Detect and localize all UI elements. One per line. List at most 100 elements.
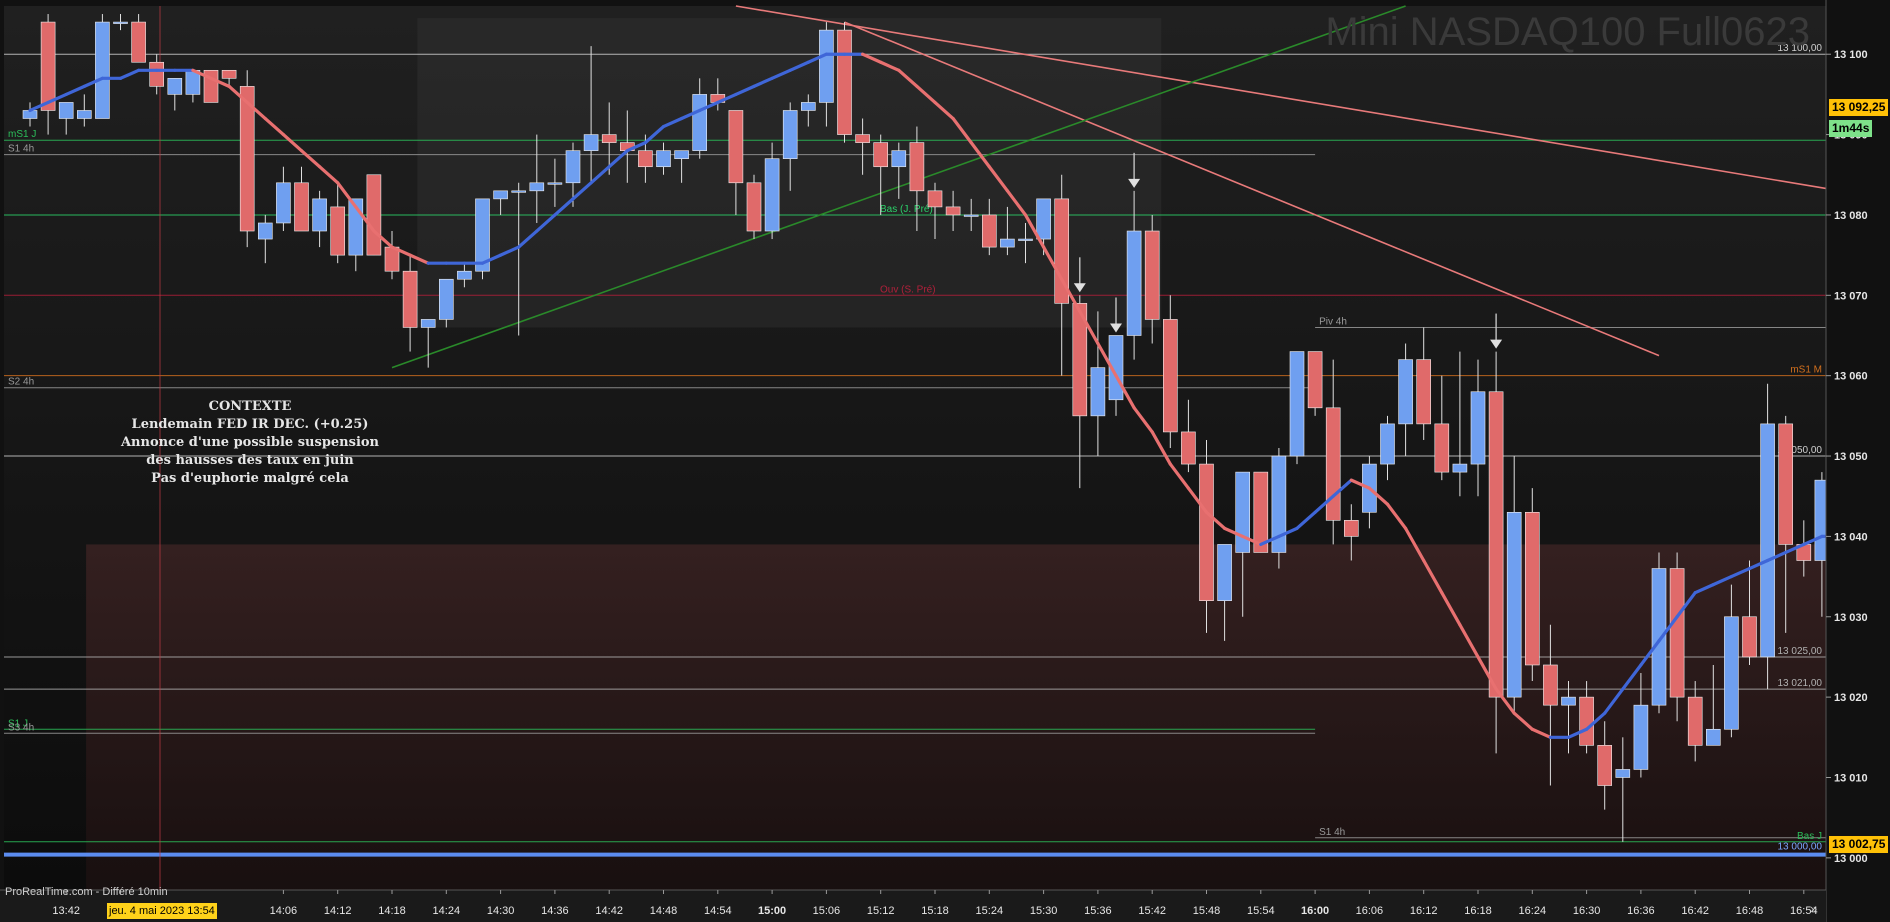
candle-body: [149, 61, 164, 87]
candle-body: [1018, 238, 1033, 241]
candle-body: [1163, 319, 1178, 433]
candle-body: [1000, 238, 1015, 248]
candle-body: [1615, 769, 1631, 778]
candle-body: [1506, 511, 1522, 698]
candle-body: [221, 69, 237, 79]
time-tick-label: 16:30: [1573, 905, 1601, 917]
price-tick-label: 13 030: [1834, 612, 1868, 624]
candle-body: [294, 182, 309, 232]
context-line: des hausses des taux en juin: [146, 453, 354, 468]
candle-body: [1597, 745, 1612, 786]
candle-body: [312, 198, 327, 232]
candle-body: [1778, 423, 1793, 545]
candle-body: [638, 150, 653, 168]
candle-body: [1344, 520, 1359, 537]
candle-body: [800, 102, 816, 111]
time-tick-label: 16:12: [1410, 905, 1438, 917]
candle: [1525, 488, 1540, 682]
candle-body: [1325, 407, 1341, 521]
candle-body: [366, 174, 382, 256]
context-line: Lendemain FED IR DEC. (+0.25): [131, 417, 369, 432]
candle-body: [529, 182, 545, 192]
low-price-tag: 13 002,75: [1829, 836, 1889, 853]
candle-body: [837, 29, 852, 135]
candle-body: [1217, 544, 1232, 601]
time-tick-label: 16:06: [1356, 905, 1384, 917]
level-label: Bas J: [1797, 831, 1822, 842]
context-line: Annonce d'une possible suspension: [120, 435, 380, 450]
price-tick-label: 13 020: [1834, 692, 1868, 704]
candle-body: [1199, 463, 1214, 601]
candle-body: [692, 94, 708, 151]
time-tick-label: 16:00: [1301, 905, 1329, 917]
candle-body: [565, 150, 581, 184]
cursor-date-tag: jeu. 4 mai 2023 13:54: [107, 903, 217, 919]
time-tick-label: 15:54: [1247, 905, 1275, 917]
candle: [366, 174, 382, 256]
candle: [746, 174, 762, 240]
candle: [1289, 351, 1305, 465]
candle-body: [1525, 511, 1540, 666]
candle-body: [1380, 423, 1395, 465]
candle-body: [601, 134, 617, 143]
candle-body: [909, 142, 925, 192]
candle-body: [40, 21, 56, 111]
candle-body: [782, 110, 798, 159]
candle-body: [131, 21, 146, 63]
candle-body: [963, 214, 979, 217]
candle-body: [402, 270, 418, 328]
candle-body: [58, 102, 74, 119]
time-tick-label: 14:48: [650, 905, 678, 917]
candle-body: [1416, 359, 1431, 425]
price-tick-label: 13 100: [1834, 49, 1868, 61]
level-label: mS1 M: [1790, 365, 1822, 376]
candle-body: [1036, 198, 1051, 240]
candle-body: [855, 134, 870, 143]
scroll-right-icon[interactable]: »: [1810, 901, 1817, 916]
candle-body: [1090, 367, 1106, 417]
time-tick-label: 16:36: [1627, 905, 1655, 917]
time-tick-label: 16:42: [1681, 905, 1709, 917]
level-label: 13 021,00: [1778, 678, 1823, 689]
candle-body: [1398, 359, 1413, 425]
candle: [475, 198, 490, 280]
candle-body: [457, 270, 472, 280]
candle-body: [1579, 696, 1594, 746]
time-tick-label: 14:12: [324, 905, 352, 917]
level-label: mS1 J: [8, 129, 36, 140]
candle: [95, 14, 110, 119]
context-note: CONTEXTE Lendemain FED IR DEC. (+0.25) A…: [118, 398, 382, 488]
time-tick-label: 14:24: [433, 905, 461, 917]
candle: [837, 22, 852, 143]
price-tick-label: 13 050: [1834, 451, 1868, 463]
candle: [1669, 552, 1685, 722]
time-tick-label: 15:42: [1138, 905, 1166, 917]
time-tick-label: 15:24: [976, 905, 1004, 917]
candle: [1253, 471, 1269, 553]
candle-body: [1253, 471, 1269, 553]
candle-body: [1434, 423, 1450, 473]
candle-body: [167, 78, 183, 95]
context-title: CONTEXTE: [208, 399, 292, 414]
candle-body: [547, 182, 563, 185]
time-tick-label: 15:06: [813, 905, 841, 917]
time-tick-label: 14:42: [595, 905, 623, 917]
candle-body: [1561, 696, 1576, 706]
candle-body: [656, 150, 671, 168]
time-tick-label: 16:48: [1736, 905, 1764, 917]
last-price-tag: 13 092,25: [1829, 99, 1889, 116]
price-tick-label: 13 080: [1834, 210, 1868, 222]
candle-body: [927, 190, 943, 208]
candle-body: [981, 214, 997, 248]
candle-body: [511, 190, 527, 193]
candle-body: [1633, 704, 1649, 770]
instrument-watermark: Mini NASDAQ100 Full0623: [1325, 10, 1810, 54]
time-tick-label: 15:30: [1030, 905, 1058, 917]
candle-body: [77, 110, 92, 119]
level-label: S1 4h: [8, 144, 34, 155]
candle-body: [674, 150, 689, 159]
level-label: 13 025,00: [1778, 646, 1823, 657]
candle-body: [1488, 391, 1504, 698]
candle-body: [1687, 696, 1703, 746]
candle-body: [1452, 463, 1468, 473]
